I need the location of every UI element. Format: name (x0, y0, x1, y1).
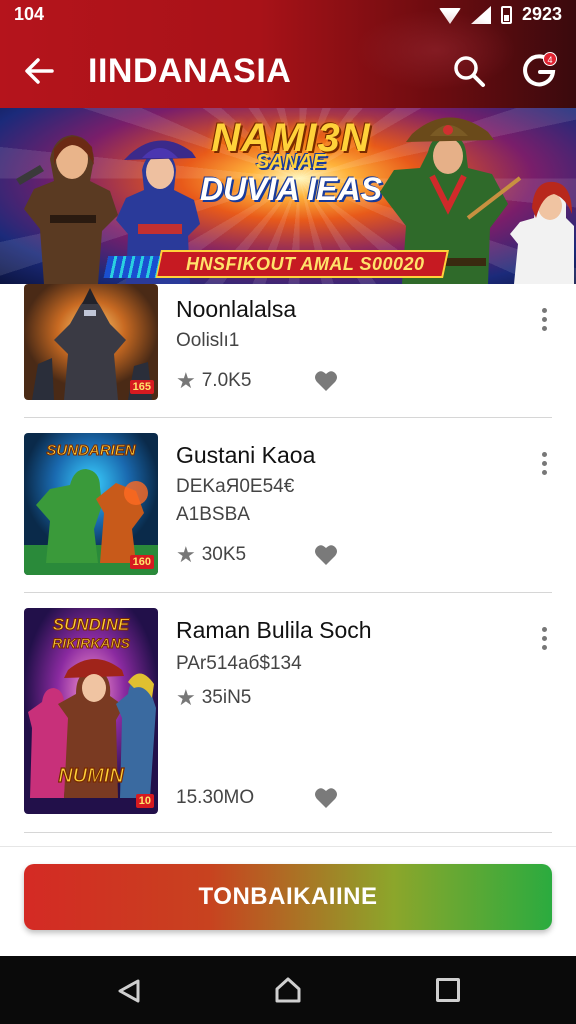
item-rating: ★ 30K5 (176, 544, 246, 566)
nav-back-icon[interactable] (116, 978, 142, 1004)
list-item[interactable]: SUNDINE RIKIRKANS NUMIN 10 Raman Bulila … (24, 593, 552, 833)
price-badge: 10 (135, 794, 154, 808)
notification-badge: 4 (543, 52, 557, 66)
status-bar: 104 2923 (0, 0, 576, 30)
list-item[interactable]: SUNDARIEN 160 Gustani Kaoa DEKaЯ0E54€ A1… (24, 418, 552, 593)
svg-text:NUMIN: NUMIN (58, 765, 124, 787)
signal-icon (470, 5, 491, 24)
hero-redhead-image (510, 181, 574, 284)
banner-title-line2: DUVIA IEAS (200, 171, 382, 207)
promo-banner[interactable]: NAMI3N SANAE DUVIA IEAS HNSFIKOUT AMAL S… (0, 108, 576, 284)
svg-text:SUNDARIEN: SUNDARIEN (46, 442, 136, 459)
item-rating: ★ 7.0K5 (176, 370, 251, 392)
more-options-icon[interactable] (540, 452, 548, 478)
rating-value: 35iN5 (201, 687, 252, 708)
item-subtitle-2: A1BSBA (176, 504, 250, 525)
svg-text:SUNDINE: SUNDINE (53, 615, 130, 634)
banner-strip-text: HNSFIKOUT AMAL S00020 (186, 254, 425, 274)
item-subtitle: DEKaЯ0E54€ (176, 476, 295, 497)
item-footer-value: 15.30MO (176, 787, 255, 808)
battery-icon (500, 5, 512, 24)
star-icon: ★ (176, 368, 196, 393)
banner-flag (103, 256, 161, 278)
more-options-icon[interactable] (540, 308, 548, 334)
heroes-thumbnail-image: SUNDINE RIKIRKANS NUMIN (24, 608, 158, 814)
item-title: Noonlalalsa (176, 296, 297, 322)
item-rating: ★ 35iN5 (176, 687, 251, 709)
app-header: 104 2923 IINDANASIA 4 (0, 0, 576, 110)
heart-icon[interactable] (314, 370, 338, 392)
item-subtitle: PAr514aб$134 (176, 653, 302, 674)
rating-value: 7.0K5 (201, 370, 252, 391)
item-subtitle: Oolislı1 (176, 330, 240, 351)
item-thumbnail[interactable]: SUNDARIEN 160 (24, 433, 158, 575)
star-icon: ★ (176, 685, 196, 710)
star-icon: ★ (176, 542, 196, 567)
item-thumbnail[interactable]: 165 (24, 284, 158, 400)
list-item[interactable]: 165 Noonlalalsa Oolislı1 ★ 7.0K5 (24, 284, 552, 418)
wifi-icon (438, 7, 461, 24)
more-options-icon[interactable] (540, 627, 548, 653)
primary-action-button[interactable]: TONBAIKAIINE (24, 864, 552, 930)
heart-icon[interactable] (314, 544, 338, 566)
item-title: Gustani Kaoa (176, 442, 316, 468)
status-time: 104 (14, 4, 45, 24)
svg-text:RIKIRKANS: RIKIRKANS (52, 635, 130, 651)
nav-recents-icon[interactable] (436, 978, 460, 1002)
search-icon[interactable] (452, 54, 486, 88)
price-badge: 165 (129, 380, 154, 394)
item-thumbnail[interactable]: SUNDINE RIKIRKANS NUMIN 10 (24, 608, 158, 814)
heart-icon[interactable] (314, 787, 338, 809)
monster-thumbnail-image: SUNDARIEN (24, 433, 158, 575)
back-arrow-icon[interactable] (22, 54, 56, 88)
rating-value: 30K5 (201, 544, 247, 565)
toolbar: IINDANASIA (0, 46, 576, 98)
item-title: Raman Bulila Soch (176, 617, 372, 643)
banner-title: NAMI3N SANAE DUVIA IEAS (196, 118, 386, 206)
status-icons: 2923 (438, 4, 562, 25)
status-right-text: 2923 (521, 4, 562, 24)
system-navigation-bar (0, 956, 576, 1024)
page-title: IINDANASIA (88, 52, 292, 90)
nav-home-icon[interactable] (274, 976, 302, 1004)
price-badge: 160 (129, 555, 154, 569)
